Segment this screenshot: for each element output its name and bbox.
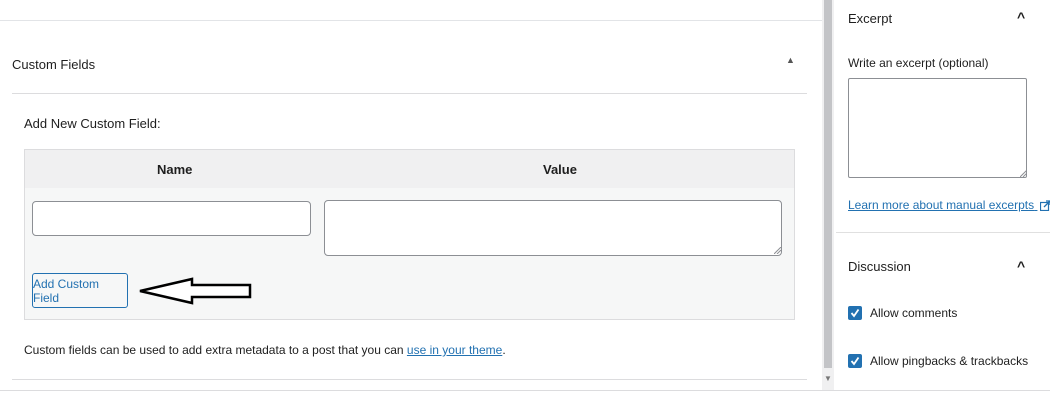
excerpt-collapse-chevron-icon[interactable]: ^	[1017, 9, 1025, 25]
allow-pingbacks-checkbox[interactable]	[848, 354, 862, 368]
annotation-arrow-icon	[139, 277, 252, 305]
excerpt-panel-title[interactable]: Excerpt	[848, 11, 892, 26]
checkmark-icon	[850, 356, 860, 366]
allow-comments-label: Allow comments	[870, 306, 958, 320]
value-column-header: Value	[543, 162, 577, 177]
settings-sidebar: Excerpt ^ Write an excerpt (optional) Le…	[836, 0, 1050, 404]
custom-field-value-textarea[interactable]	[324, 200, 782, 256]
learn-more-link-text: Learn more about manual excerpts	[848, 198, 1035, 212]
section-divider	[0, 20, 822, 21]
footer-divider	[0, 390, 1050, 391]
help-text-suffix: .	[502, 343, 506, 357]
name-column-header: Name	[157, 162, 193, 177]
checkmark-icon	[850, 308, 860, 318]
resize-handle-icon[interactable]	[774, 247, 781, 254]
add-custom-field-button-label: Add Custom Field	[33, 276, 100, 305]
editor-main-area: Custom Fields ▲ Add New Custom Field: Na…	[0, 0, 822, 404]
table-header-row: Name Value	[25, 150, 794, 188]
use-in-your-theme-link[interactable]: use in your theme	[407, 343, 502, 357]
metabox-bottom-divider	[12, 379, 807, 380]
allow-comments-checkbox[interactable]	[848, 306, 862, 320]
excerpt-resize-handle-icon[interactable]	[1020, 170, 1027, 177]
help-text-body: Custom fields can be used to add extra m…	[24, 343, 404, 357]
excerpt-textarea[interactable]	[848, 78, 1027, 178]
add-custom-field-button[interactable]: Add Custom Field	[32, 273, 128, 308]
external-link-icon	[1040, 200, 1050, 211]
custom-fields-title[interactable]: Custom Fields	[12, 57, 95, 72]
main-scrollbar[interactable]: ▼	[822, 0, 834, 390]
allow-pingbacks-option[interactable]: Allow pingbacks & trackbacks	[848, 352, 1028, 370]
custom-fields-help-text: Custom fields can be used to add extra m…	[24, 343, 506, 357]
collapse-toggle-icon[interactable]: ▲	[786, 55, 795, 65]
discussion-panel-title[interactable]: Discussion	[848, 259, 911, 274]
metabox-divider	[12, 93, 807, 94]
add-new-custom-field-label: Add New Custom Field:	[24, 116, 161, 131]
custom-field-name-input[interactable]	[32, 201, 311, 236]
learn-more-excerpts-link[interactable]: Learn more about manual excerpts	[848, 198, 1050, 212]
allow-comments-option[interactable]: Allow comments	[848, 304, 957, 322]
scroll-down-arrow-icon[interactable]: ▼	[824, 374, 832, 383]
scrollbar-thumb[interactable]	[824, 0, 832, 368]
excerpt-input-label: Write an excerpt (optional)	[848, 56, 989, 70]
discussion-collapse-chevron-icon[interactable]: ^	[1017, 258, 1025, 274]
allow-pingbacks-label: Allow pingbacks & trackbacks	[870, 354, 1029, 368]
sidebar-panel-divider	[836, 232, 1050, 233]
